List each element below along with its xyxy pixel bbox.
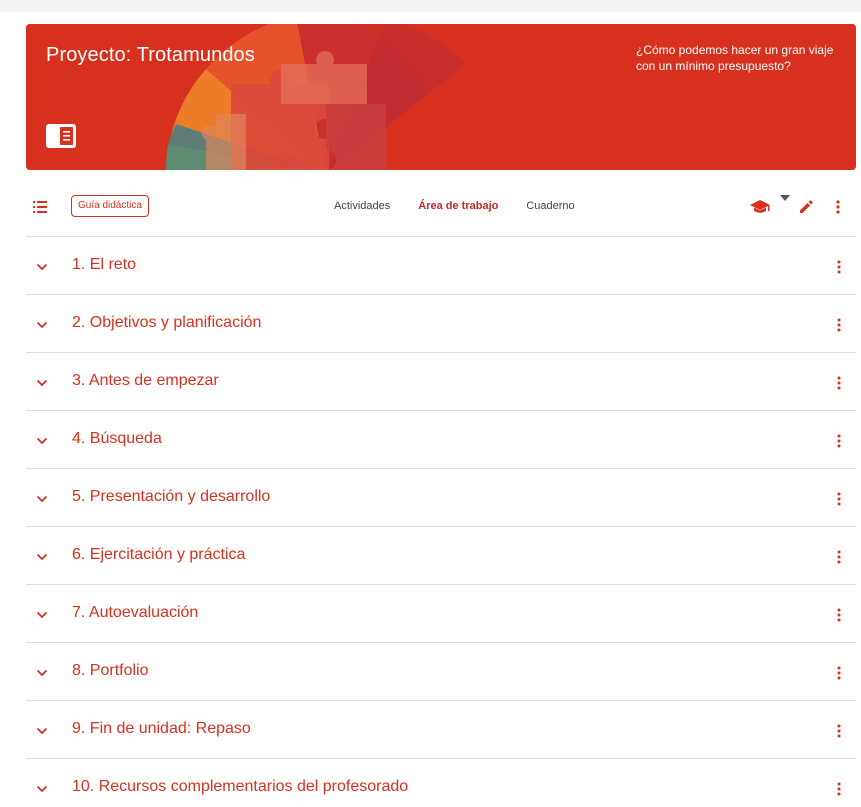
more-vert-icon[interactable] <box>836 375 842 391</box>
section-title: 4. Búsqueda <box>72 430 162 447</box>
tab-actividades[interactable]: Actividades <box>320 198 404 216</box>
more-vert-icon[interactable] <box>836 259 842 275</box>
section-row-4[interactable]: 4. Búsqueda <box>26 410 856 468</box>
chevron-down-icon[interactable] <box>36 263 48 271</box>
section-title: 1. El reto <box>72 256 137 273</box>
section-title: 5. Presentación y desarrollo <box>72 488 271 505</box>
section-title: 3. Antes de empezar <box>72 372 219 389</box>
project-banner: Proyecto: Trotamundos ¿Cómo podemos hace… <box>26 24 856 170</box>
section-row-3[interactable]: 3. Antes de empezar <box>26 352 856 410</box>
more-vert-icon[interactable] <box>836 607 842 623</box>
more-vert-icon[interactable] <box>836 723 842 739</box>
section-row-1[interactable]: 1. El reto <box>26 236 856 294</box>
more-vert-icon[interactable] <box>836 317 842 333</box>
more-vert-icon[interactable] <box>834 199 842 215</box>
more-vert-icon[interactable] <box>836 433 842 449</box>
unit-toolbar: Guía didáctica Actividades Área de traba… <box>26 188 856 224</box>
section-row-6[interactable]: 6. Ejercitación y práctica <box>26 526 856 584</box>
chevron-down-icon[interactable] <box>36 379 48 387</box>
chevron-down-icon[interactable] <box>36 727 48 735</box>
section-title: 8. Portfolio <box>72 662 149 679</box>
more-vert-icon[interactable] <box>836 491 842 507</box>
more-vert-icon[interactable] <box>836 549 842 565</box>
more-vert-icon[interactable] <box>836 665 842 681</box>
mortarboard-icon[interactable] <box>750 199 770 215</box>
section-title: 7. Autoevaluación <box>72 604 199 621</box>
guia-didactica-button[interactable]: Guía didáctica <box>71 195 149 217</box>
book-icon[interactable] <box>46 124 76 148</box>
caret-down-icon[interactable] <box>780 195 790 201</box>
tab-bar: Actividades Área de trabajo Cuaderno <box>320 198 589 216</box>
section-title: 10. Recursos complementarios del profeso… <box>72 778 409 795</box>
section-row-8[interactable]: 8. Portfolio <box>26 642 856 700</box>
chevron-down-icon[interactable] <box>36 495 48 503</box>
section-row-10[interactable]: 10. Recursos complementarios del profeso… <box>26 758 856 807</box>
section-row-2[interactable]: 2. Objetivos y planificación <box>26 294 856 352</box>
chevron-down-icon[interactable] <box>36 553 48 561</box>
section-row-9[interactable]: 9. Fin de unidad: Repaso <box>26 700 856 758</box>
section-row-7[interactable]: 7. Autoevaluación <box>26 584 856 642</box>
section-title: 6. Ejercitación y práctica <box>72 546 246 563</box>
more-vert-icon[interactable] <box>836 781 842 797</box>
project-title: Proyecto: Trotamundos <box>46 44 255 66</box>
list-icon[interactable] <box>33 201 47 213</box>
top-strip <box>0 0 861 12</box>
chevron-down-icon[interactable] <box>36 785 48 793</box>
page: Proyecto: Trotamundos ¿Cómo podemos hace… <box>0 0 861 807</box>
chevron-down-icon[interactable] <box>36 437 48 445</box>
section-title: 2. Objetivos y planificación <box>72 314 262 331</box>
tab-area-de-trabajo[interactable]: Área de trabajo <box>404 198 512 216</box>
tab-cuaderno[interactable]: Cuaderno <box>512 198 588 216</box>
sections-list: 1. El reto 2. Objetivos y planificación … <box>26 236 856 807</box>
project-question: ¿Cómo podemos hacer un gran viaje con un… <box>636 43 834 73</box>
chevron-down-icon[interactable] <box>36 321 48 329</box>
pencil-icon[interactable] <box>798 199 814 215</box>
section-title: 9. Fin de unidad: Repaso <box>72 720 251 737</box>
chevron-down-icon[interactable] <box>36 611 48 619</box>
chevron-down-icon[interactable] <box>36 669 48 677</box>
section-row-5[interactable]: 5. Presentación y desarrollo <box>26 468 856 526</box>
